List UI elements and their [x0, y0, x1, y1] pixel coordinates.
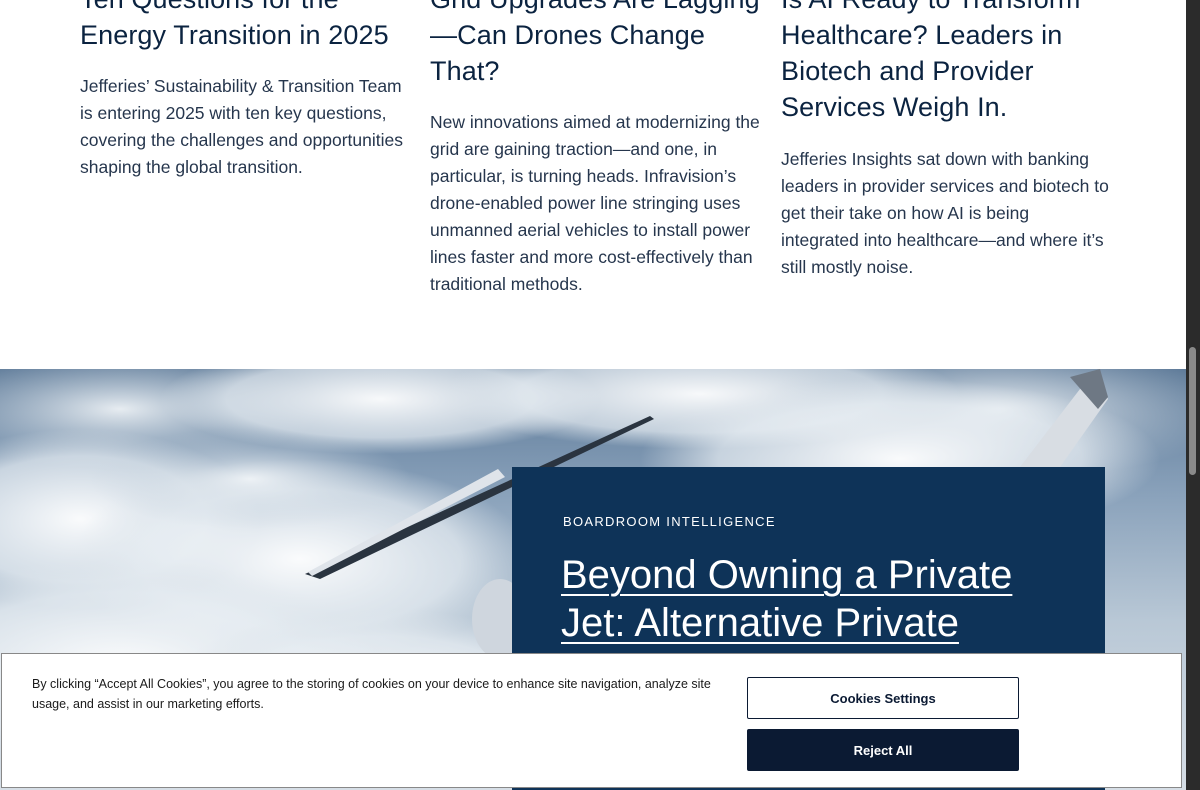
- scrollbar-thumb[interactable]: [1189, 347, 1196, 475]
- cookies-settings-button[interactable]: Cookies Settings: [747, 677, 1019, 719]
- feature-title-link[interactable]: Beyond Owning a Private Jet: Alternative…: [561, 551, 1041, 647]
- article-card[interactable]: Is AI Ready to Transform Healthcare? Lea…: [781, 0, 1111, 281]
- article-title[interactable]: Ten Questions for the Energy Transition …: [80, 0, 410, 53]
- article-summary: Jefferies’ Sustainability & Transition T…: [80, 76, 403, 177]
- scrollbar[interactable]: [1186, 0, 1200, 790]
- article-card[interactable]: Grid Upgrades Are Lagging—Can Drones Cha…: [430, 0, 760, 298]
- article-summary: Jefferies Insights sat down with banking…: [781, 149, 1109, 277]
- article-title[interactable]: Is AI Ready to Transform Healthcare? Lea…: [781, 0, 1111, 125]
- article-title[interactable]: Grid Upgrades Are Lagging—Can Drones Cha…: [430, 0, 760, 89]
- cookie-consent-text: By clicking “Accept All Cookies”, you ag…: [32, 677, 711, 711]
- feature-category: BOARDROOM INTELLIGENCE: [563, 514, 776, 529]
- reject-all-button[interactable]: Reject All: [747, 729, 1019, 771]
- article-card[interactable]: Ten Questions for the Energy Transition …: [80, 0, 410, 181]
- article-summary: New innovations aimed at modernizing the…: [430, 112, 760, 294]
- page: Ten Questions for the Energy Transition …: [0, 0, 1186, 790]
- cookie-banner: By clicking “Accept All Cookies”, you ag…: [1, 653, 1182, 788]
